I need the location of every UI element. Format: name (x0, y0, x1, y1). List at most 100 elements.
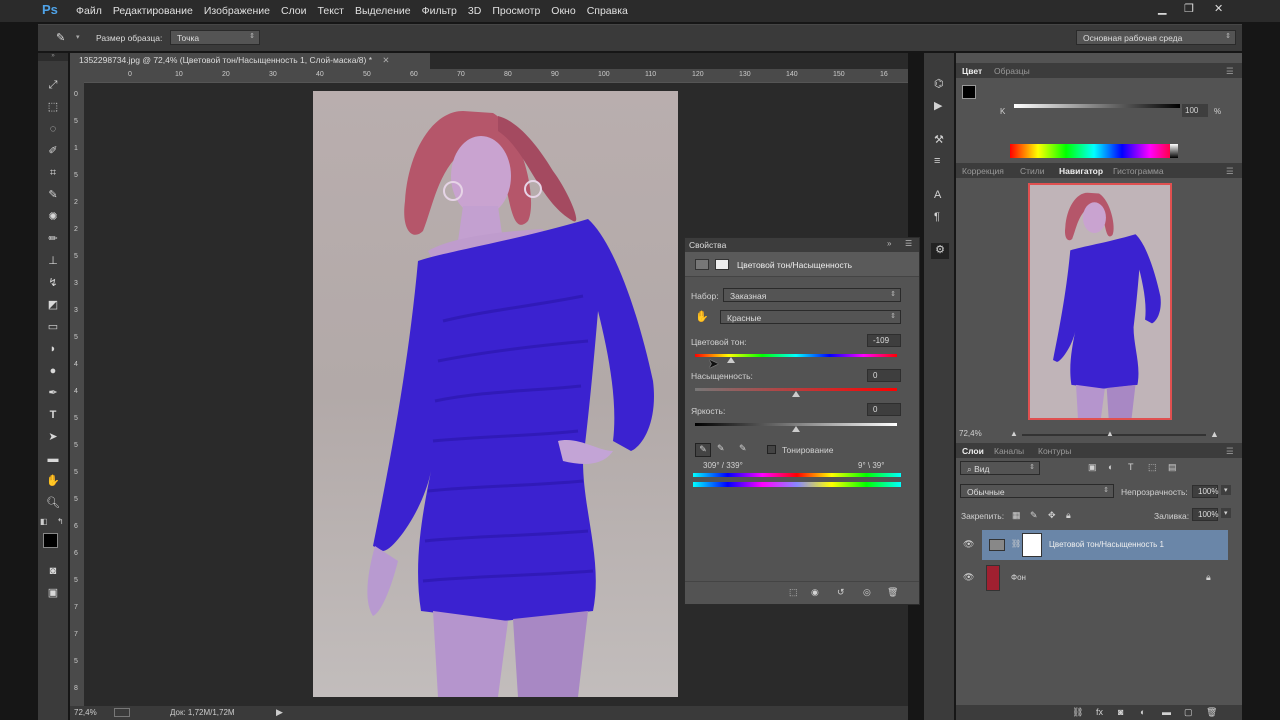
marquee-tool-icon[interactable]: ⬚ (44, 99, 62, 115)
tab-navigator[interactable]: Навигатор (1059, 166, 1103, 176)
lock-pixels-icon[interactable]: ✎ (1030, 510, 1038, 521)
lasso-tool-icon[interactable]: ◌ (44, 121, 62, 137)
hue-value-field[interactable]: -109 (867, 334, 901, 347)
menu-item-6[interactable]: Фильтр (422, 5, 457, 17)
menu-item-2[interactable]: Изображение (204, 5, 270, 17)
actions-play-icon[interactable]: ▶ (934, 99, 942, 112)
menu-item-10[interactable]: Справка (587, 5, 628, 17)
menu-item-1[interactable]: Редактирование (113, 5, 193, 17)
visibility-icon[interactable]: ◎ (863, 587, 871, 598)
properties-panel-icon[interactable]: ⚙ (931, 243, 949, 259)
link-icon[interactable]: ⛓ (1011, 539, 1021, 548)
trash-icon[interactable]: 🗑︎ (887, 587, 898, 598)
status-bar-icon[interactable] (114, 708, 130, 717)
sample-size-select[interactable]: Точка ⇕ (170, 30, 260, 45)
collapse-panel-icon[interactable]: » (887, 239, 891, 248)
eye-visibility-icon[interactable]: 👁︎ (963, 539, 974, 550)
vertical-ruler[interactable]: 0 5 1 5 2 2 5 3 3 5 4 4 5 5 5 5 6 6 5 7 7 5 8 (70, 69, 84, 706)
tab-color[interactable]: Цвет (962, 66, 982, 76)
tool-presets-icon[interactable]: ⚒ (934, 133, 944, 146)
adjustment-icon[interactable] (695, 259, 709, 270)
layer-name[interactable]: Цветовой тон/Насыщенность 1 (1049, 540, 1164, 549)
crop-tool-icon[interactable]: ⌗ (44, 165, 62, 181)
menu-item-7[interactable]: 3D (468, 5, 481, 17)
lock-transparent-icon[interactable]: ▦ (1012, 510, 1021, 521)
tab-layers[interactable]: Слои (962, 446, 984, 456)
new-adjustment-icon[interactable]: ◐ (1140, 707, 1145, 717)
lightness-slider-thumb[interactable] (792, 426, 800, 432)
eye-visibility-icon[interactable]: 👁︎ (963, 572, 974, 583)
layer-filter-select[interactable]: ⌕ Вид ⇕ (960, 461, 1040, 475)
shape-tool-icon[interactable]: ▬ (44, 451, 62, 467)
type-tool-icon[interactable]: T (44, 407, 62, 423)
add-mask-icon[interactable]: ◙ (1118, 707, 1123, 717)
zoom-level[interactable]: 72,4% (74, 708, 97, 717)
eyedropper-icon[interactable]: ✎ (56, 31, 65, 44)
healing-brush-tool-icon[interactable]: ✺ (44, 209, 62, 225)
spectrum-bw[interactable] (1170, 144, 1178, 158)
dodge-tool-icon[interactable]: ● (44, 363, 62, 379)
tab-styles[interactable]: Стили (1020, 166, 1045, 176)
color-spectrum[interactable] (1010, 144, 1178, 158)
colorize-checkbox[interactable] (767, 445, 776, 454)
tab-adjustments[interactable]: Коррекция (962, 166, 1004, 176)
lock-position-icon[interactable]: ✥ (1048, 510, 1056, 521)
lightness-value-field[interactable]: 0 (867, 403, 901, 416)
panel-menu-icon[interactable]: ☰ (1226, 446, 1234, 457)
foreground-color-swatch[interactable] (43, 533, 58, 548)
chevron-down-icon[interactable]: ▾ (1221, 485, 1231, 495)
swap-colors-icon[interactable]: ↰ (57, 517, 64, 526)
menu-item-5[interactable]: Выделение (355, 5, 411, 17)
k-slider[interactable] (1014, 104, 1180, 108)
tab-channels[interactable]: Каналы (994, 446, 1024, 456)
menu-item-8[interactable]: Просмотр (492, 5, 540, 17)
blur-tool-icon[interactable]: ◗ (44, 341, 62, 357)
eyedropper-minus-icon[interactable]: ✎ (739, 443, 747, 454)
horizontal-ruler[interactable]: 0 10 20 30 40 50 60 70 80 90 100 110 120 130 140 150 16 (84, 69, 908, 83)
layer-row[interactable]: 👁︎ Фон 🔒︎ (956, 563, 1242, 593)
clone-stamp-tool-icon[interactable]: ⊥ (44, 253, 62, 269)
chevron-down-icon[interactable]: ▾ (76, 33, 80, 41)
tab-histogram[interactable]: Гистограмма (1113, 166, 1164, 176)
fx-icon[interactable]: fx (1096, 707, 1103, 717)
tab-swatches[interactable]: Образцы (994, 66, 1030, 76)
hue-slider-thumb[interactable] (727, 357, 736, 363)
hand-tool-icon[interactable]: ✋ (44, 473, 62, 489)
quick-selection-tool-icon[interactable]: ✐ (44, 143, 62, 159)
new-layer-icon[interactable]: ▢ (1184, 707, 1193, 718)
triangle-right-icon[interactable]: ▶ (276, 707, 283, 718)
move-tool-icon[interactable]: ⤢ (44, 77, 62, 93)
canvas-image[interactable] (313, 91, 678, 697)
color-range-bar-bottom[interactable] (693, 482, 901, 487)
k-value[interactable]: 100 (1182, 104, 1208, 117)
character-icon[interactable]: A (934, 189, 941, 201)
tab-paths[interactable]: Контуры (1038, 446, 1071, 456)
close-tab-icon[interactable]: ✕ (382, 55, 389, 65)
channel-select[interactable]: Красные ⇕ (720, 310, 901, 324)
screen-mode-icon[interactable]: ▣ (44, 585, 62, 601)
hand-target-icon[interactable]: ✋ (695, 310, 709, 323)
mask-icon[interactable] (715, 259, 729, 270)
collapse-icon[interactable]: » (38, 53, 68, 61)
fill-value[interactable]: 100% (1192, 508, 1218, 521)
menu-item-4[interactable]: Текст (318, 5, 344, 17)
workspace-select[interactable]: Основная рабочая среда ⇕ (1076, 30, 1236, 45)
new-group-icon[interactable]: ▬ (1162, 707, 1171, 717)
menu-item-0[interactable]: Файл (76, 5, 102, 17)
saturation-value-field[interactable]: 0 (867, 369, 901, 382)
layer-row[interactable]: 👁︎ ⛓ Цветовой тон/Насыщенность 1 (956, 530, 1242, 560)
history-brush-tool-icon[interactable]: ↯ (44, 275, 62, 291)
panel-menu-icon[interactable]: ☰ (905, 239, 912, 248)
pen-tool-icon[interactable]: ✒ (44, 385, 62, 401)
history-icon[interactable]: ⌬ (934, 77, 944, 90)
preset-select[interactable]: Заказная ⇕ (723, 288, 901, 302)
zoom-in-icon[interactable]: ▲ (1210, 429, 1219, 439)
view-previous-icon[interactable]: ◉ (811, 587, 819, 598)
zoom-out-icon[interactable]: ▲ (1010, 429, 1018, 438)
hue-slider[interactable] (695, 354, 897, 357)
filter-smart-object-icon[interactable]: ▤ (1168, 462, 1177, 473)
panel-menu-icon[interactable]: ☰ (1226, 166, 1234, 177)
trash-icon[interactable]: 🗑︎ (1206, 707, 1217, 718)
menu-item-3[interactable]: Слои (281, 5, 307, 17)
navigator-zoom[interactable]: 72,4% (959, 429, 982, 438)
